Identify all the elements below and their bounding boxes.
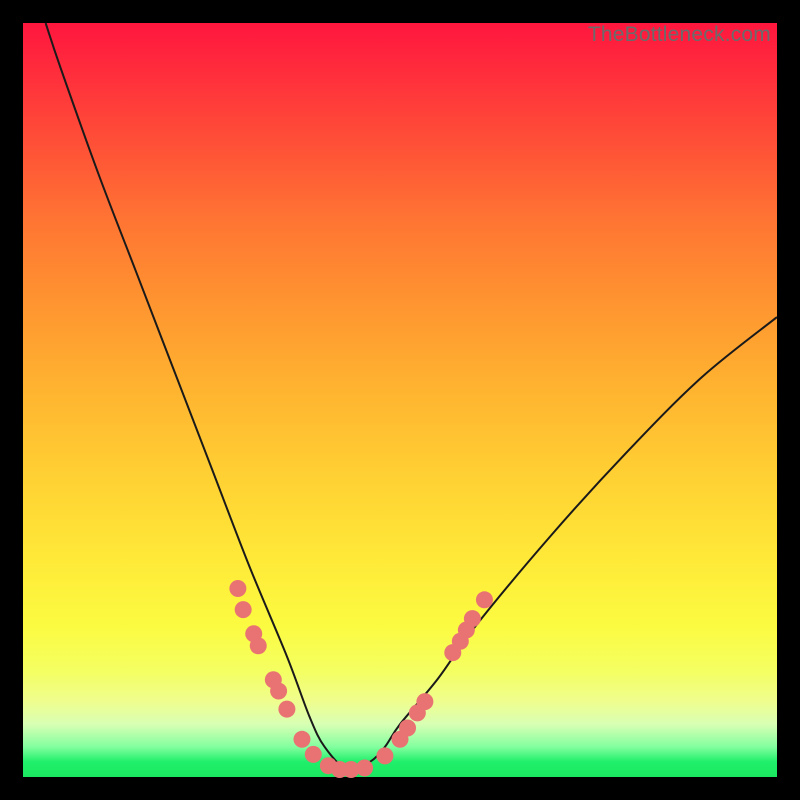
marker-dot <box>376 747 393 764</box>
marker-dot <box>464 610 481 627</box>
marker-dot <box>270 683 287 700</box>
chart-overlay <box>23 23 777 777</box>
marker-dot <box>278 701 295 718</box>
marker-dot <box>229 580 246 597</box>
marker-dot <box>235 601 252 618</box>
marker-dot <box>305 746 322 763</box>
marker-dots <box>229 580 493 778</box>
marker-dot <box>416 693 433 710</box>
marker-dot <box>293 731 310 748</box>
marker-dot <box>476 591 493 608</box>
bottleneck-curve <box>46 23 777 770</box>
marker-dot <box>399 719 416 736</box>
chart-frame: TheBottleneck.com <box>23 23 777 777</box>
curve-path <box>46 23 777 770</box>
marker-dot <box>250 637 267 654</box>
marker-dot <box>356 759 373 776</box>
